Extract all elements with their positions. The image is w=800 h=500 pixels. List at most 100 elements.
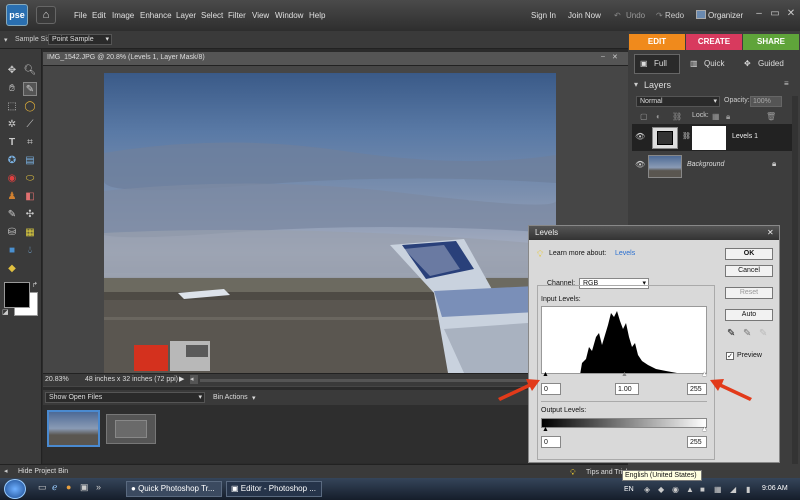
black-eyedropper-icon[interactable]: ✎	[727, 328, 735, 339]
menu-help[interactable]: Help	[309, 11, 325, 20]
menu-enhance[interactable]: Enhance	[140, 11, 172, 20]
shape-tool-icon[interactable]: ■	[5, 244, 19, 258]
quicklaunch-more-icon[interactable]: »	[96, 482, 101, 492]
opacity-field[interactable]: 100%	[750, 96, 782, 107]
foreground-color-swatch-front[interactable]	[4, 282, 30, 308]
delete-layer-icon[interactable]: 🗑︎	[766, 112, 776, 121]
show-open-files-select[interactable]: Show Open Files ▾	[45, 392, 205, 403]
white-eyedropper-icon[interactable]: ✎	[759, 328, 767, 339]
sponge-tool-icon[interactable]: ◆	[5, 262, 19, 276]
lock-transparent-icon[interactable]: ▦	[712, 112, 720, 121]
input-gamma-field[interactable]: 1.00	[615, 383, 639, 395]
organizer-icon[interactable]	[696, 10, 706, 19]
mode-quick-button[interactable]: Quick	[704, 55, 724, 73]
tab-edit[interactable]: EDIT	[629, 34, 685, 50]
tray-icon-2[interactable]: ◆	[658, 485, 664, 494]
restore-icon[interactable]: ▭	[768, 8, 782, 21]
hide-project-bin-button[interactable]: Hide Project Bin	[18, 468, 68, 475]
network-icon[interactable]: ▦	[714, 485, 722, 494]
reset-button[interactable]: Reset	[725, 287, 773, 299]
levels-help-link[interactable]: Levels	[615, 250, 635, 257]
visibility-eye-icon[interactable]: 👁︎	[635, 160, 645, 169]
eyedropper-tool-icon[interactable]: ✎	[23, 82, 37, 96]
quick-mode-icon[interactable]: ▥	[690, 55, 698, 73]
output-white-slider[interactable]: ▲	[701, 426, 708, 433]
bin-actions-menu[interactable]: Bin Actions	[213, 394, 248, 401]
ok-button[interactable]: OK	[725, 248, 773, 260]
menu-select[interactable]: Select	[201, 11, 223, 20]
minimize-icon[interactable]: –	[752, 8, 766, 21]
language-indicator[interactable]: EN	[624, 486, 634, 493]
link-layers-icon[interactable]: ⛓︎	[672, 112, 682, 121]
swap-colors-icon[interactable]: ↱	[32, 281, 38, 289]
marquee-tool-icon[interactable]: ⬚	[5, 100, 19, 114]
document-minimize-icon[interactable]: –	[601, 53, 605, 60]
layers-scrollbar[interactable]	[792, 96, 798, 464]
output-black-slider[interactable]: ▲	[542, 426, 549, 433]
cookie-cutter-tool-icon[interactable]: ✪	[5, 154, 19, 168]
hand-tool-icon[interactable]: ✋︎	[5, 82, 19, 96]
zoom-tool-icon[interactable]: 🔍︎	[23, 64, 37, 78]
tool-options-icon[interactable]: ▾	[4, 36, 8, 44]
mode-guided-button[interactable]: Guided	[758, 55, 784, 73]
image-canvas[interactable]	[104, 73, 556, 373]
visibility-eye-icon[interactable]: 👁︎	[635, 132, 645, 141]
undo-button[interactable]: Undo	[626, 11, 645, 20]
home-icon[interactable]: ⌂	[36, 6, 56, 24]
menu-image[interactable]: Image	[112, 11, 134, 20]
gray-eyedropper-icon[interactable]: ✎	[743, 328, 751, 339]
output-black-field[interactable]: 0	[541, 436, 561, 448]
quicklaunch-ie-icon[interactable]: ℯ	[52, 482, 57, 493]
redo-icon[interactable]: ↷	[656, 11, 663, 20]
smart-brush-tool-icon[interactable]: ✣	[23, 208, 37, 222]
menu-filter[interactable]: Filter	[228, 11, 246, 20]
power-icon[interactable]: ▮	[746, 485, 750, 494]
input-black-slider[interactable]: ▲	[542, 371, 549, 378]
red-eye-tool-icon[interactable]: ◉	[5, 172, 19, 186]
input-gamma-slider[interactable]: ▲	[621, 371, 628, 378]
organizer-button[interactable]: Organizer	[708, 11, 743, 20]
menu-layer[interactable]: Layer	[176, 11, 196, 20]
sample-size-select[interactable]: Point Sample ▾	[48, 34, 112, 45]
close-icon[interactable]: ✕	[784, 8, 798, 21]
task-editor-photoshop[interactable]: ▣ Editor - Photoshop ...	[226, 481, 322, 497]
menu-edit[interactable]: Edit	[92, 11, 106, 20]
blur-tool-icon[interactable]: 💧︎	[23, 244, 37, 258]
quick-selection-tool-icon[interactable]: ⟋	[23, 118, 37, 132]
scroll-left-icon[interactable]: ◂	[190, 375, 198, 384]
undo-icon[interactable]: ↶	[614, 11, 621, 20]
layers-collapse-icon[interactable]: ▾	[634, 80, 638, 89]
guided-mode-icon[interactable]: ✥	[744, 55, 751, 73]
lasso-tool-icon[interactable]: ◯	[23, 100, 37, 114]
input-white-slider[interactable]: ▲	[701, 371, 708, 378]
straighten-tool-icon[interactable]: ▤	[23, 154, 37, 168]
new-layer-icon[interactable]: ▢	[640, 112, 648, 121]
task-quick-photoshop[interactable]: ● Quick Photoshop Tr...	[126, 481, 222, 497]
crop-tool-icon[interactable]: ⌗	[23, 136, 37, 150]
bin-thumbnail-screenshot[interactable]	[106, 414, 156, 444]
output-white-field[interactable]: 255	[687, 436, 707, 448]
spot-healing-tool-icon[interactable]: ⬭	[23, 172, 37, 186]
document-close-icon[interactable]: ✕	[612, 53, 618, 61]
layers-menu-icon[interactable]: ≡	[784, 79, 789, 88]
bin-actions-chevron-icon[interactable]: ▾	[252, 394, 256, 402]
zoom-level[interactable]: 20.83%	[45, 376, 69, 383]
bin-thumbnail-img1542[interactable]	[47, 410, 100, 447]
blend-mode-select[interactable]: Normal ▾	[636, 96, 720, 107]
menu-view[interactable]: View	[252, 11, 269, 20]
adjustment-layer-icon[interactable]: ◐	[656, 112, 661, 121]
mask-link-icon[interactable]: ⛓︎	[682, 132, 691, 140]
sign-in-link[interactable]: Sign In	[531, 11, 556, 20]
hide-bin-icon[interactable]: ◂	[4, 467, 8, 475]
input-black-field[interactable]: 0	[541, 383, 561, 395]
clone-stamp-tool-icon[interactable]: ♟	[5, 190, 19, 204]
tab-create[interactable]: CREATE	[686, 34, 742, 50]
show-desktop-icon[interactable]: ▭	[38, 482, 47, 493]
auto-button[interactable]: Auto	[725, 309, 773, 321]
join-now-link[interactable]: Join Now	[568, 11, 601, 20]
preview-checkbox[interactable]: ✓	[726, 352, 734, 360]
tab-share[interactable]: SHARE	[743, 34, 799, 50]
tray-icon-5[interactable]: ■	[700, 485, 705, 494]
status-menu-arrow-icon[interactable]: ▶	[179, 375, 184, 383]
redo-button[interactable]: Redo	[665, 11, 684, 20]
